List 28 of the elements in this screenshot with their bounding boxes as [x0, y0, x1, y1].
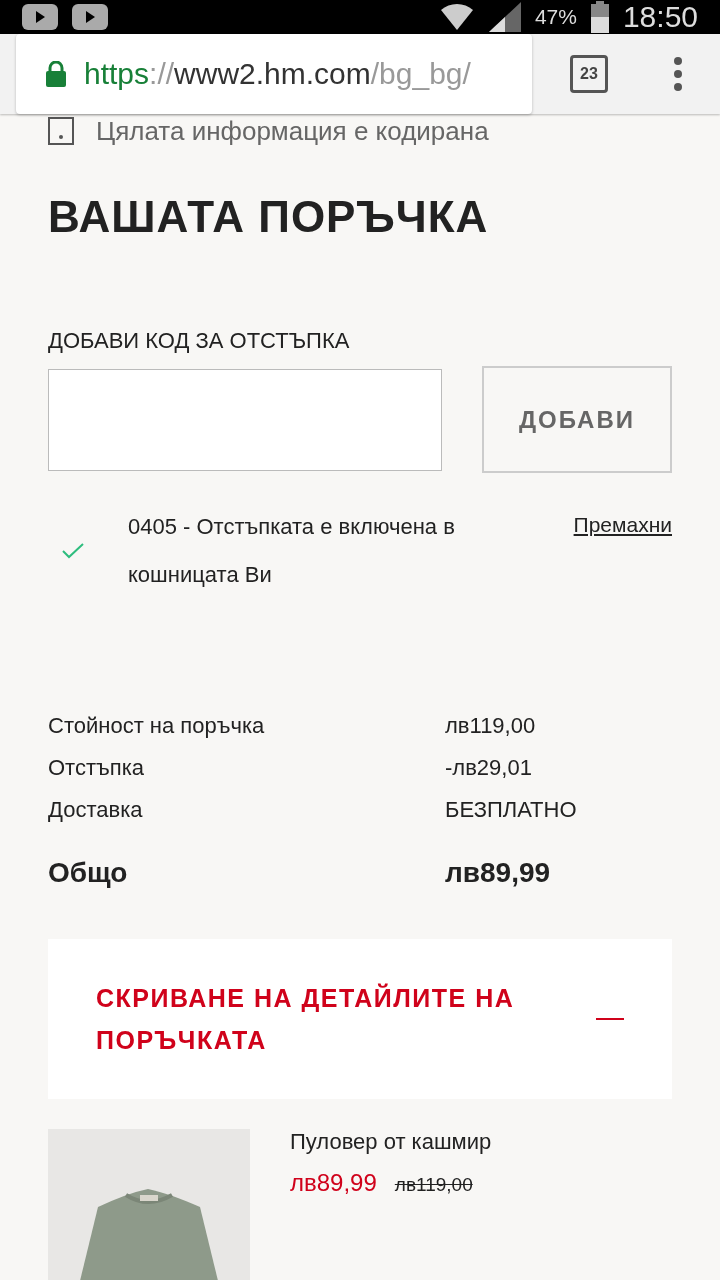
- summary-label: Доставка: [48, 797, 144, 823]
- product-name: Пуловер от кашмир: [290, 1129, 492, 1155]
- discount-code-field[interactable]: [48, 368, 442, 471]
- add-button[interactable]: ДОБАВИ: [482, 366, 672, 473]
- total-label: Общо: [48, 857, 129, 889]
- summary-label: Стойност на поръчка: [48, 713, 266, 739]
- sale-price: лв89,99: [290, 1169, 377, 1197]
- summary-value: лв119,00: [445, 713, 537, 739]
- old-price: лв119,00: [394, 1174, 473, 1196]
- battery-level: 47%: [534, 5, 577, 29]
- order-details-toggle[interactable]: СКРИВАНЕ НА ДЕТАЙЛИТЕ НА ПОРЪЧКАТА: [48, 939, 672, 1099]
- menu-icon[interactable]: [674, 57, 682, 91]
- discount-label: ДОБАВИ КОД ЗА ОТСТЪПКА: [48, 328, 351, 354]
- summary-label: Отстъпка: [48, 755, 146, 781]
- address-bar[interactable]: https://www2.hm.com/bg_bg/: [16, 34, 532, 114]
- page-title: ВАШАТА ПОРЪЧКА: [48, 192, 490, 242]
- video-app-icon: [22, 4, 58, 30]
- discount-message: 0405 - Отстъпката е включена в кошницата Ви: [128, 513, 456, 589]
- tab-count-button[interactable]: 23: [570, 55, 608, 93]
- total-value: лв89,99: [445, 857, 552, 889]
- remove-link[interactable]: Премахни: [573, 503, 672, 547]
- summary-value: -лв29,01: [445, 755, 533, 781]
- video-app-icon: [72, 4, 108, 30]
- summary-value: БЕЗПЛАТНО: [445, 797, 578, 823]
- battery-icon: [590, 1, 609, 33]
- clock: 18:50: [622, 0, 698, 34]
- security-note: Цялата информация е кодирана: [96, 116, 489, 146]
- signal-icon: [488, 2, 521, 32]
